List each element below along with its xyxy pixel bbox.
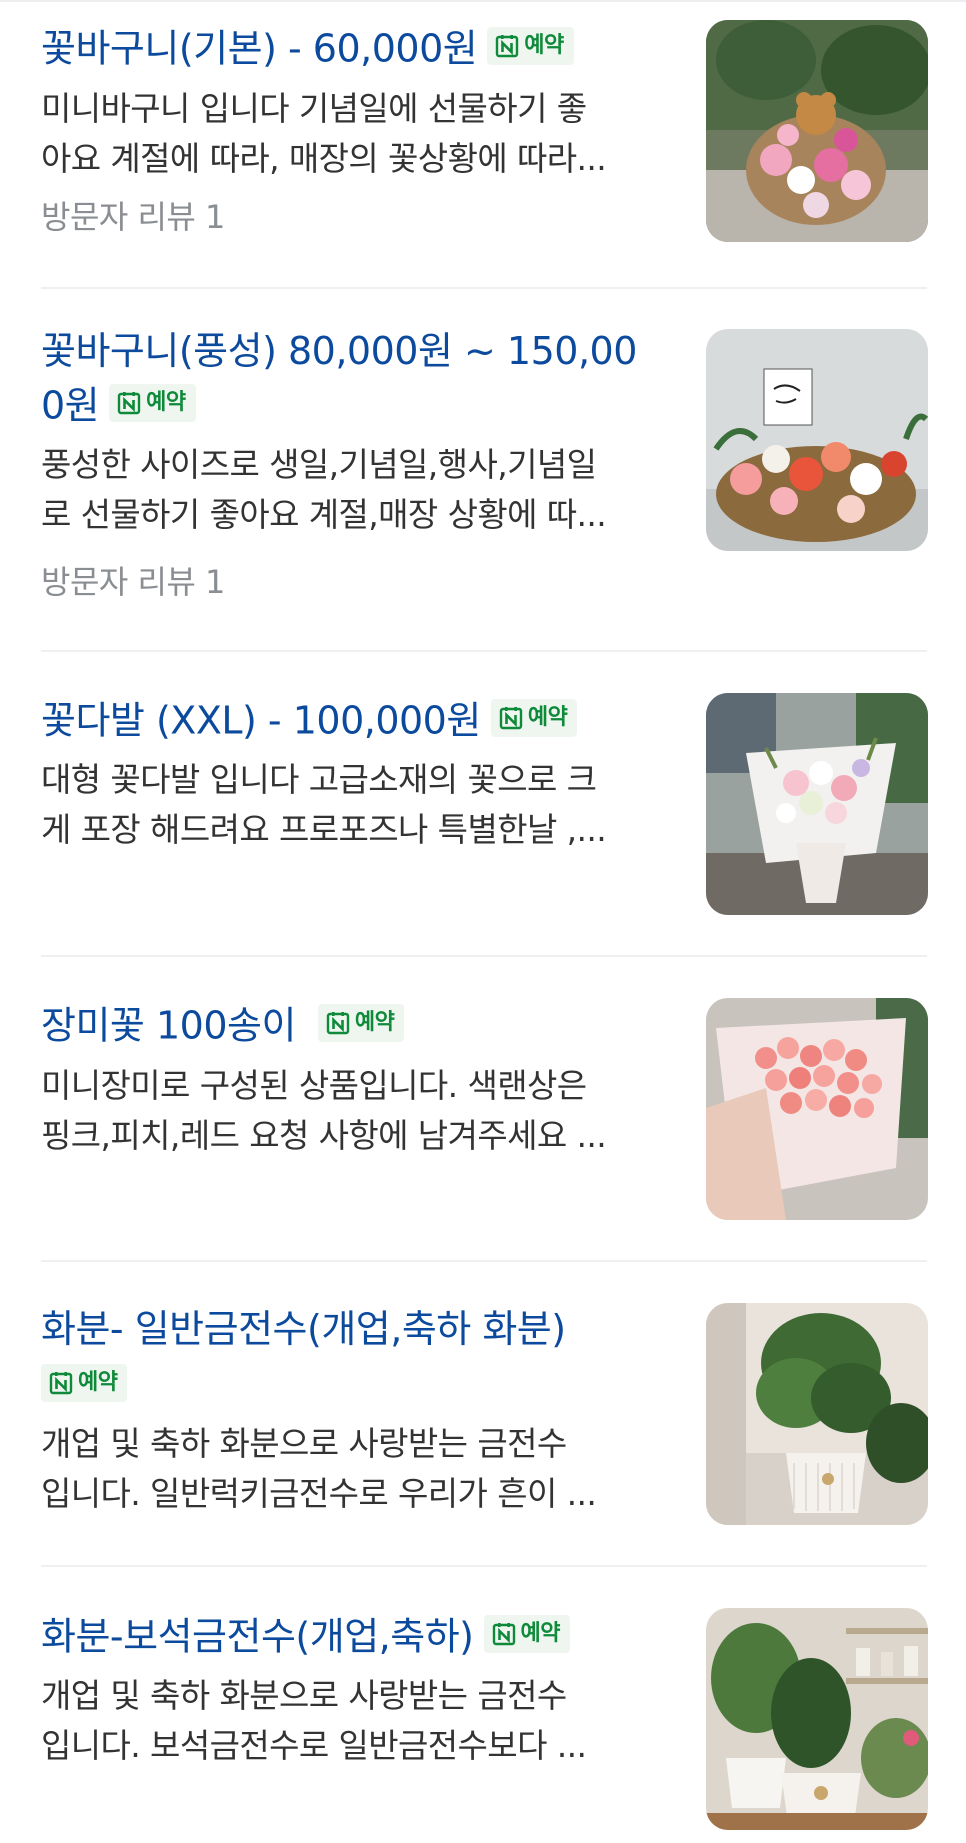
item-thumbnail[interactable]: [706, 1608, 928, 1830]
bouquet-image: [706, 693, 928, 915]
badge-label: 예약: [527, 704, 568, 730]
desc-line: 입니다. 일반럭키금전수로 우리가 흔이 ...: [41, 1474, 597, 1513]
reservation-badge[interactable]: 예약: [41, 1363, 128, 1402]
desc-line: 입니다. 보석금전수로 일반금전수보다 ...: [41, 1726, 587, 1765]
item-thumbnail[interactable]: [706, 693, 928, 915]
desc-line: 미니장미로 구성된 상품입니다. 색랜상은: [41, 1066, 587, 1105]
reservation-badge[interactable]: 예약: [483, 1614, 570, 1653]
desc-line: 아요 계절에 따라, 매장의 꽃상황에 따라...: [41, 139, 607, 178]
desc-line: 핑크,피치,레드 요청 사항에 남겨주세요 ...: [41, 1116, 607, 1155]
list-item[interactable]: 장미꽃 100송이 예약 미니장미로 구성된 상품입니다. 색랜상은 핑크,피치,…: [0, 956, 966, 1262]
desc-line: 미니바구니 입니다 기념일에 선물하기 좋: [41, 89, 587, 128]
item-title[interactable]: 꽃다발 (XXL) - 100,000원 예약: [41, 692, 661, 747]
list-item[interactable]: 꽃다발 (XXL) - 100,000원 예약 대형 꽃다발 입니다 고급소재의 …: [0, 652, 966, 957]
item-title-text[interactable]: 꽃바구니(기본) - 60,000원: [41, 27, 478, 71]
item-title[interactable]: 꽃바구니(풍성) 80,000원 ~ 150,00 0원 예약: [41, 325, 661, 432]
naver-calendar-icon: [326, 1011, 350, 1035]
item-title[interactable]: 꽃바구니(기본) - 60,000원 예약: [41, 20, 661, 75]
item-title-text[interactable]: 꽃다발 (XXL) - 100,000원: [41, 699, 481, 743]
naver-calendar-icon: [117, 391, 141, 415]
flower-basket-image: [706, 329, 928, 551]
badge-label: 예약: [524, 32, 564, 58]
item-title[interactable]: 화분- 일반금전수(개업,축하 화분) 예약: [41, 1303, 661, 1409]
item-description: 대형 꽃다발 입니다 고급소재의 꽃으로 크 게 포장 해드려요 프로포즈나 특…: [41, 755, 661, 855]
item-description: 미니바구니 입니다 기념일에 선물하기 좋 아요 계절에 따라, 매장의 꽃상황…: [41, 84, 661, 184]
item-description: 미니장미로 구성된 상품입니다. 색랜상은 핑크,피치,레드 요청 사항에 남겨…: [41, 1061, 661, 1161]
item-title-text[interactable]: 화분-보석금전수(개업,축하): [41, 1615, 474, 1659]
desc-line: 풍성한 사이즈로 생일,기념일,행사,기념일: [41, 445, 597, 484]
naver-calendar-icon: [49, 1371, 73, 1395]
badge-label: 예약: [354, 1009, 395, 1035]
list-item[interactable]: 꽃바구니(풍성) 80,000원 ~ 150,00 0원 예약 풍성한 사이즈로 …: [0, 289, 966, 653]
flower-basket-image: [706, 20, 928, 242]
badge-label: 예약: [520, 1620, 561, 1646]
naver-calendar-icon: [495, 34, 519, 58]
naver-calendar-icon: [499, 706, 523, 730]
badge-label: 예약: [78, 1369, 118, 1395]
reservation-badge[interactable]: 예약: [487, 26, 574, 65]
reservation-badge[interactable]: 예약: [109, 383, 196, 422]
desc-line: 개업 및 축하 화분으로 사랑받는 금전수: [41, 1424, 567, 1463]
product-list: 꽃바구니(기본) - 60,000원 예약 미니바구니 입니다 기념일에 선물하기…: [0, 0, 966, 1843]
item-title-text[interactable]: 0원: [41, 384, 100, 428]
list-item[interactable]: 화분- 일반금전수(개업,축하 화분) 예약 개업 및 축하 화분으로 사랑받는…: [0, 1261, 966, 1567]
badge-label: 예약: [146, 389, 186, 415]
naver-calendar-icon: [492, 1622, 516, 1646]
item-thumbnail[interactable]: [706, 20, 928, 242]
reservation-badge[interactable]: 예약: [490, 698, 578, 737]
reservation-badge[interactable]: 예약: [317, 1003, 405, 1042]
item-description: 풍성한 사이즈로 생일,기념일,행사,기념일 로 선물하기 좋아요 계절,매장 …: [41, 440, 661, 540]
item-thumbnail[interactable]: [706, 329, 928, 551]
item-title[interactable]: 장미꽃 100송이 예약: [41, 997, 661, 1052]
visitor-review-count[interactable]: 방문자 리뷰 1: [41, 197, 225, 237]
desc-line: 대형 꽃다발 입니다 고급소재의 꽃으로 크: [41, 760, 597, 799]
rose-bouquet-image: [706, 998, 928, 1220]
item-title[interactable]: 화분-보석금전수(개업,축하) 예약: [41, 1608, 661, 1663]
list-item[interactable]: 화분-보석금전수(개업,축하) 예약 개업 및 축하 화분으로 사랑받는 금전수 …: [0, 1566, 966, 1843]
item-thumbnail[interactable]: [706, 1303, 928, 1525]
visitor-review-count[interactable]: 방문자 리뷰 1: [41, 562, 225, 602]
money-plant-image: [706, 1303, 928, 1525]
item-thumbnail[interactable]: [706, 998, 928, 1220]
item-description: 개업 및 축하 화분으로 사랑받는 금전수 입니다. 보석금전수로 일반금전수보…: [41, 1671, 661, 1771]
item-description: 개업 및 축하 화분으로 사랑받는 금전수 입니다. 일반럭키금전수로 우리가 …: [41, 1419, 661, 1519]
jewel-money-plant-image: [706, 1608, 928, 1830]
list-item[interactable]: 꽃바구니(기본) - 60,000원 예약 미니바구니 입니다 기념일에 선물하기…: [0, 0, 966, 290]
desc-line: 개업 및 축하 화분으로 사랑받는 금전수: [41, 1676, 567, 1715]
desc-line: 로 선물하기 좋아요 계절,매장 상황에 따...: [41, 495, 607, 534]
item-title-text[interactable]: 화분- 일반금전수(개업,축하 화분): [41, 1303, 661, 1355]
item-title-text[interactable]: 꽃바구니(풍성) 80,000원 ~ 150,00: [41, 325, 661, 377]
desc-line: 게 포장 해드려요 프로포즈나 특별한날 ,...: [41, 810, 607, 849]
item-title-text[interactable]: 장미꽃 100송이: [41, 1004, 296, 1048]
